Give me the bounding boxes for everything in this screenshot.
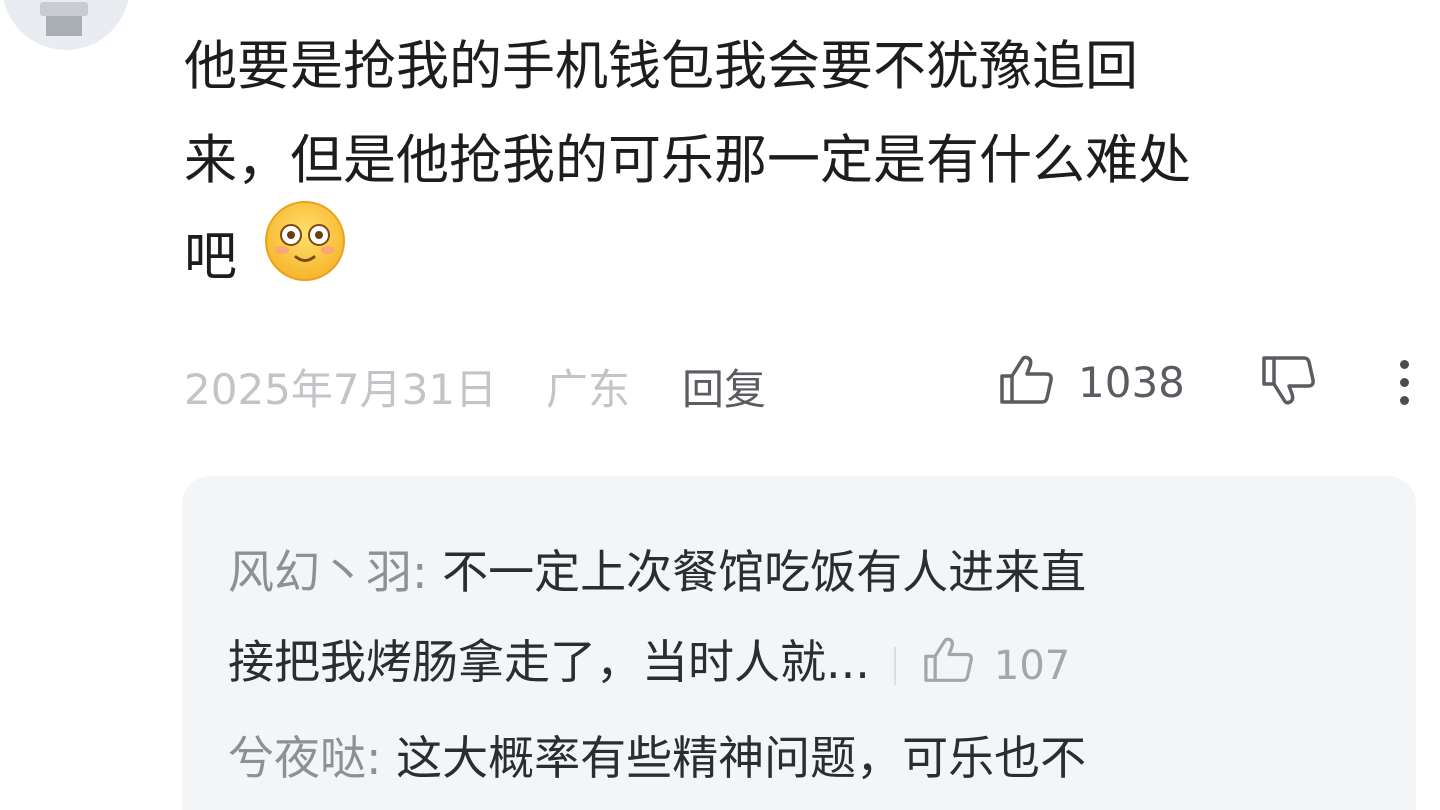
comment-line-3-text: 吧 [184, 226, 237, 288]
divider [893, 646, 896, 685]
flushed-face-emoji-icon [264, 200, 346, 312]
reply-like-count: 107 [993, 642, 1071, 689]
reply-like-button[interactable]: 107 [922, 636, 1070, 695]
reply-author[interactable]: 兮夜哒: [228, 731, 382, 785]
thumbs-down-icon [1260, 352, 1320, 412]
reply-2-line-1: 兮夜哒: 这大概率有些精神问题，可乐也不 [228, 722, 1086, 788]
reply-1-line-1: 风幻丶羽: 不一定上次餐馆吃饭有人进来直 [228, 536, 1086, 602]
avatar[interactable] [2, 0, 130, 50]
comment-line-2: 来，但是他抢我的可乐那一定是有什么难处 [184, 130, 1191, 191]
comment-view: 他要是抢我的手机钱包我会要不犹豫追回 来，但是他抢我的可乐那一定是有什么难处 吧 [0, 0, 1440, 810]
reply-1-line-2: 接把我烤肠拿走了，当时人就... 107 [228, 626, 1070, 695]
reply-text: 不一定上次餐馆吃饭有人进来直 [442, 545, 1087, 599]
comment-meta: 2025年7月31日 广东 回复 1038 [184, 352, 1424, 414]
thumbs-up-icon [998, 354, 1056, 410]
like-count: 1038 [1078, 357, 1185, 407]
thumbs-up-icon [922, 636, 976, 695]
comment-line-3: 吧 [184, 201, 1414, 302]
comment-body: 他要是抢我的手机钱包我会要不犹豫追回 来，但是他抢我的可乐那一定是有什么难处 吧 [184, 20, 1414, 302]
reply-text: 接把我烤肠拿走了，当时人就... [228, 635, 870, 689]
comment-location: 广东 [546, 365, 631, 414]
reply-button[interactable]: 回复 [682, 356, 766, 417]
reply-text: 这大概率有些精神问题，可乐也不 [396, 731, 1087, 785]
more-dot [1400, 396, 1409, 405]
replies-box[interactable]: 风幻丶羽: 不一定上次餐馆吃饭有人进来直 接把我烤肠拿走了，当时人就... 10… [182, 476, 1416, 810]
avatar-figure [40, 2, 88, 36]
comment-line-1: 他要是抢我的手机钱包我会要不犹豫追回 [184, 36, 1138, 97]
like-button[interactable]: 1038 [998, 352, 1185, 412]
reply-author[interactable]: 风幻丶羽: [228, 545, 428, 599]
dislike-button[interactable] [1260, 352, 1320, 412]
more-dot [1400, 360, 1409, 369]
more-dot [1400, 378, 1409, 387]
more-options-button[interactable] [1392, 354, 1418, 410]
comment-date: 2025年7月31日 [184, 365, 498, 414]
